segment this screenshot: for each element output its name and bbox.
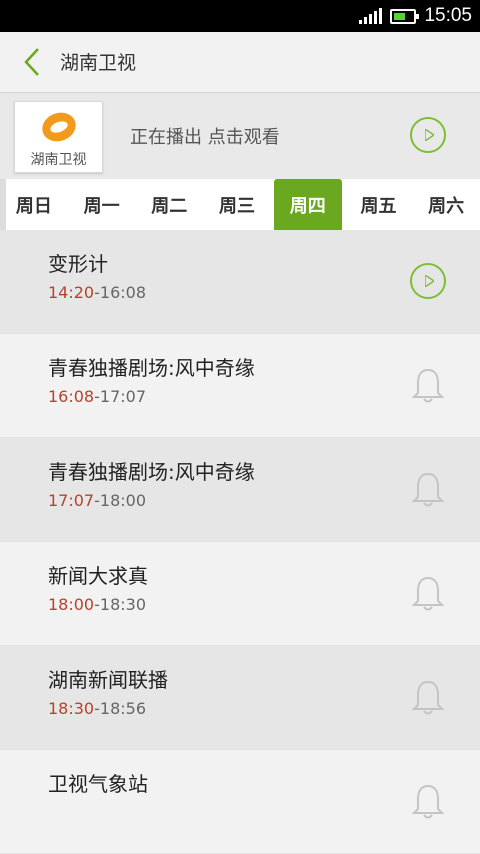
tab-label: 周一 [83, 195, 120, 217]
tab-wednesday[interactable]: 周三 [203, 179, 271, 230]
program-row[interactable]: 青春独播剧场:风中奇缘 16:08-17:07 [0, 334, 480, 438]
program-start: 16:08 [48, 387, 95, 406]
bell-icon[interactable] [410, 366, 446, 406]
program-name: 湖南新闻联播 [48, 668, 168, 692]
program-start: 18:00 [48, 595, 95, 614]
channel-logo: 湖南卫视 [14, 101, 103, 173]
chevron-left-icon [24, 48, 39, 76]
battery-icon [390, 8, 420, 24]
play-button[interactable] [410, 263, 446, 299]
play-icon [425, 275, 434, 287]
page-title: 湖南卫视 [60, 52, 137, 74]
program-row[interactable]: 新闻大求真 18:00-18:30 [0, 542, 480, 646]
tab-saturday[interactable]: 周六 [412, 179, 480, 230]
program-time: 18:30-18:56 [48, 699, 146, 718]
program-start: 17:07 [48, 491, 95, 510]
tab-label: 周三 [219, 195, 256, 217]
program-row[interactable]: 变形计 14:20-16:08 [0, 230, 480, 334]
bell-icon[interactable] [410, 470, 446, 510]
program-start: 18:30 [48, 699, 95, 718]
program-list: 变形计 14:20-16:08 青春独播剧场:风中奇缘 16:08-17:07 … [0, 230, 480, 854]
signal-icon [359, 8, 383, 24]
program-start: 14:20 [48, 283, 95, 302]
bell-icon[interactable] [410, 782, 446, 822]
now-playing-text[interactable]: 正在播出 点击观看 [130, 123, 280, 149]
program-name: 卫视气象站 [48, 772, 148, 796]
back-button[interactable] [18, 46, 48, 78]
program-end: 18:56 [99, 699, 146, 718]
program-end: 16:08 [99, 283, 146, 302]
program-end: 18:30 [99, 595, 146, 614]
tab-label: 周五 [360, 195, 397, 217]
program-end: 17:07 [99, 387, 146, 406]
program-name: 变形计 [48, 252, 108, 276]
tab-sunday[interactable]: 周日 [0, 179, 68, 230]
tab-monday[interactable]: 周一 [68, 179, 136, 230]
program-time: 16:08-17:07 [48, 387, 146, 406]
program-row[interactable]: 湖南新闻联播 18:30-18:56 [0, 646, 480, 750]
tab-label: 周六 [428, 195, 465, 217]
tab-thursday[interactable]: 周四 [273, 179, 342, 230]
tab-label: 周四 [289, 195, 326, 217]
day-tabs: 周日 周一 周二 周三 周四 周五 周六 [0, 179, 480, 231]
tab-label: 周日 [15, 195, 52, 217]
play-icon [425, 129, 434, 141]
status-bar: 15:05 [0, 0, 480, 32]
program-time: 14:20-16:08 [48, 283, 146, 302]
channel-banner[interactable]: 湖南卫视 正在播出 点击观看 [0, 93, 480, 179]
hunan-tv-logo-icon [42, 112, 76, 142]
program-name: 青春独播剧场:风中奇缘 [48, 356, 255, 380]
program-time: 17:07-18:00 [48, 491, 146, 510]
program-row[interactable]: 卫视气象站 [0, 750, 480, 854]
program-time: 18:00-18:30 [48, 595, 146, 614]
program-name: 新闻大求真 [48, 564, 148, 588]
battery-fill [394, 12, 406, 20]
status-time: 15:05 [424, 5, 472, 26]
tab-friday[interactable]: 周五 [345, 179, 413, 230]
bell-icon[interactable] [410, 678, 446, 718]
logo-text: 湖南卫视 [30, 152, 87, 168]
program-row[interactable]: 青春独播剧场:风中奇缘 17:07-18:00 [0, 438, 480, 542]
tab-label: 周二 [151, 195, 188, 217]
tab-tuesday[interactable]: 周二 [135, 179, 203, 230]
title-bar: 湖南卫视 [0, 32, 480, 93]
bell-icon[interactable] [410, 574, 446, 614]
play-button[interactable] [410, 117, 446, 153]
program-name: 青春独播剧场:风中奇缘 [48, 460, 255, 484]
status-icons: 15:05 [359, 0, 472, 32]
program-end: 18:00 [99, 491, 146, 510]
